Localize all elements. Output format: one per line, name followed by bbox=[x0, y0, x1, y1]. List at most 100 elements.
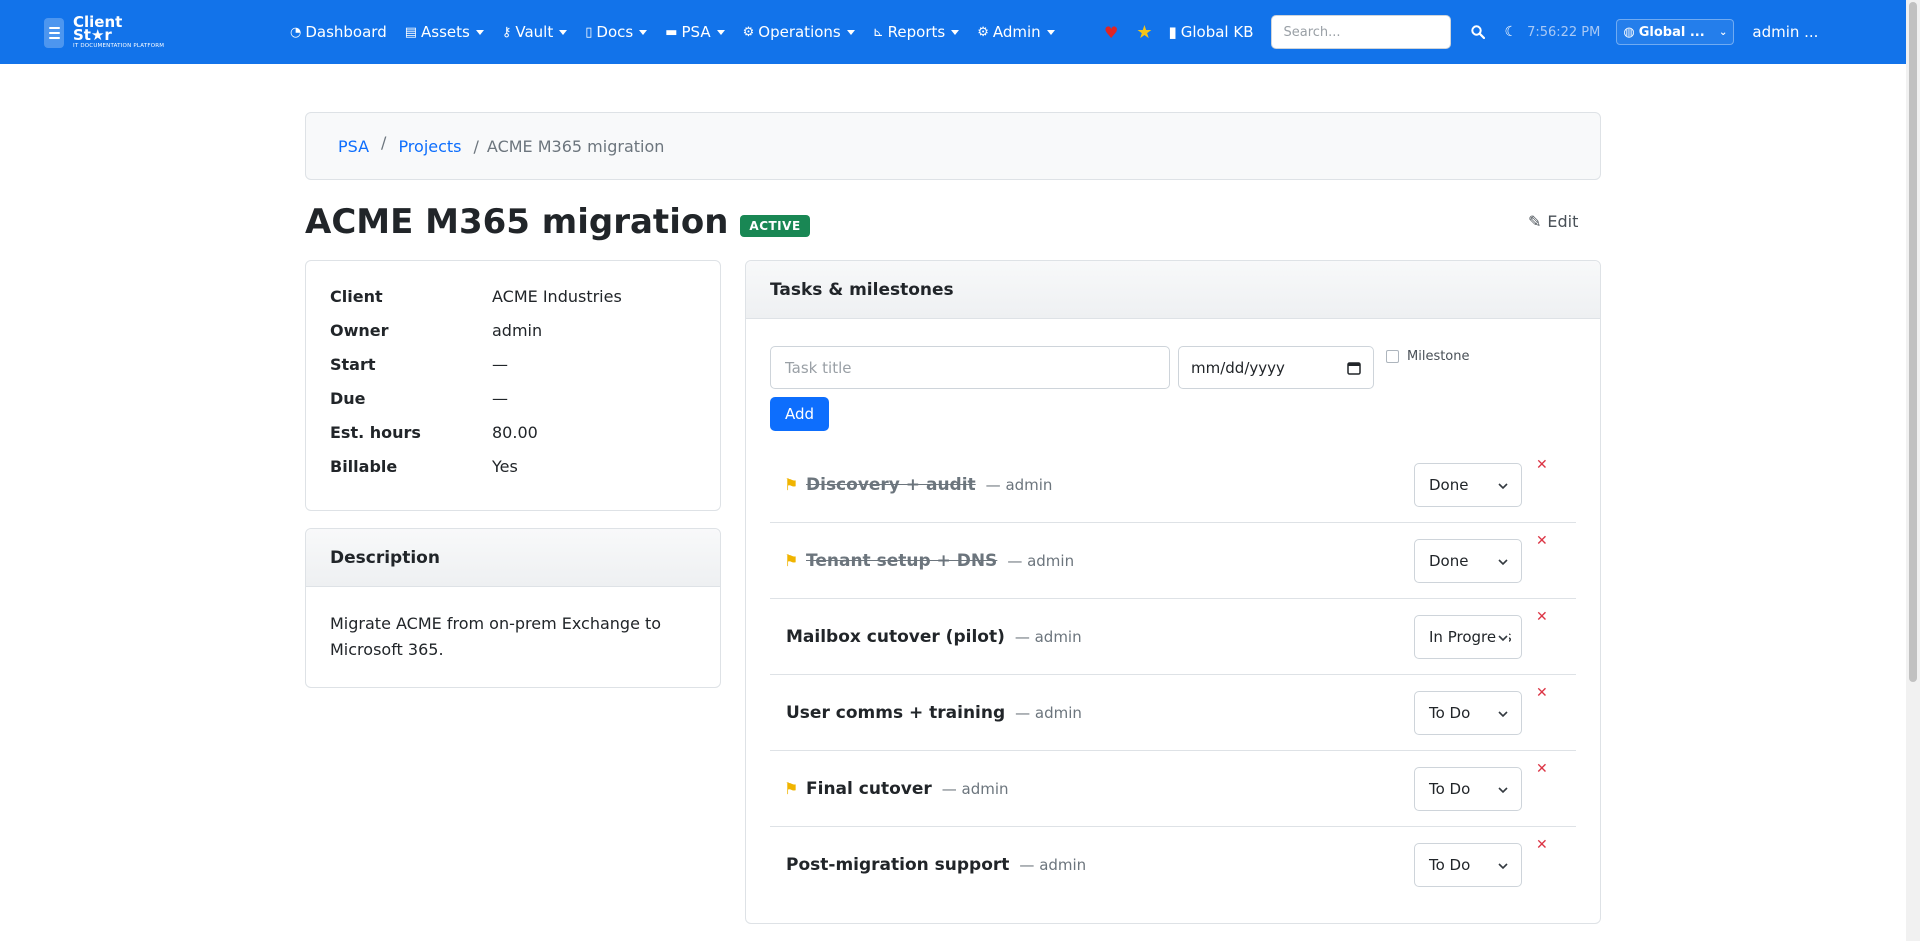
detail-row-start: Start — bbox=[330, 354, 508, 374]
edit-button[interactable]: ✎ Edit bbox=[1528, 212, 1578, 231]
task-owner: — admin bbox=[1007, 551, 1075, 570]
task-status-select[interactable]: To Do bbox=[1414, 691, 1522, 735]
chevron-down-icon bbox=[1497, 782, 1509, 800]
delete-task-icon[interactable]: ✕ bbox=[1536, 609, 1548, 625]
description-text: Migrate ACME from on-prem Exchange to Mi… bbox=[330, 614, 662, 659]
task-row: ⚑ Discovery + audit — admin Done ✕ bbox=[770, 447, 1576, 523]
nav-docs[interactable]: ▯ Docs bbox=[585, 23, 648, 41]
task-row: Post-migration support — admin To Do ✕ bbox=[770, 827, 1576, 903]
breadcrumb: PSA / Projects / ACME M365 migration bbox=[305, 112, 1601, 180]
task-title[interactable]: Tenant setup + DNS bbox=[806, 551, 997, 571]
delete-task-icon[interactable]: ✕ bbox=[1536, 533, 1548, 549]
breadcrumb-current: ACME M365 migration bbox=[486, 136, 665, 156]
top-navbar: Client St★r IT DOCUMENTATION PLATFORM ◔ … bbox=[0, 0, 1906, 64]
task-owner: — admin bbox=[1015, 703, 1082, 722]
task-title[interactable]: Final cutover bbox=[806, 779, 932, 799]
task-owner: — admin bbox=[985, 475, 1053, 494]
task-title-input[interactable] bbox=[770, 346, 1170, 389]
main-nav: ◔ Dashboard ▤ Assets ⚷ Vault ▯ Docs ▬ PS… bbox=[290, 0, 1073, 64]
task-status-select[interactable]: To Do bbox=[1414, 843, 1522, 887]
brand-tagline: IT DOCUMENTATION PLATFORM bbox=[73, 43, 165, 49]
nav-reports[interactable]: ⊾ Reports bbox=[873, 23, 960, 41]
document-icon: ▯ bbox=[585, 24, 593, 40]
brand-logo[interactable]: Client St★r IT DOCUMENTATION PLATFORM bbox=[44, 15, 165, 50]
chevron-down-icon bbox=[1497, 630, 1509, 648]
caret-down-icon bbox=[1046, 29, 1055, 35]
delete-task-icon[interactable]: ✕ bbox=[1536, 685, 1548, 701]
nav-psa[interactable]: ▬ PSA bbox=[665, 23, 725, 41]
milestone-checkbox[interactable] bbox=[1386, 350, 1399, 363]
project-details-card: Client ACME Industries Owner admin Start — … bbox=[305, 260, 721, 511]
caret-down-icon bbox=[559, 29, 568, 35]
task-status-select[interactable]: In Progress bbox=[1414, 615, 1522, 659]
nav-dashboard[interactable]: ◔ Dashboard bbox=[290, 23, 387, 41]
milestone-flag-icon: ⚑ bbox=[784, 779, 799, 798]
gears-icon: ⚙ bbox=[742, 24, 755, 40]
chevron-down-icon: ⌄ bbox=[1718, 26, 1728, 38]
scrollbar-thumb[interactable] bbox=[1909, 2, 1917, 682]
task-owner: — admin bbox=[1019, 856, 1087, 874]
clock: 7:56:22 PM bbox=[1527, 24, 1601, 40]
caret-down-icon bbox=[475, 29, 484, 35]
search-icon bbox=[1470, 25, 1485, 39]
detail-row-est-hours: Est. hours 80.00 bbox=[330, 422, 538, 442]
nav-operations[interactable]: ⚙ Operations bbox=[743, 23, 855, 41]
task-status-select[interactable]: Done bbox=[1414, 463, 1522, 507]
delete-task-icon[interactable]: ✕ bbox=[1536, 457, 1548, 473]
page-title: ACME M365 migration bbox=[305, 202, 729, 242]
caret-down-icon bbox=[716, 29, 725, 35]
favorites-heart-icon[interactable]: ♥ bbox=[1104, 23, 1118, 42]
dark-mode-toggle-icon[interactable]: ☾ bbox=[1505, 24, 1518, 40]
task-row: ⚑ Tenant setup + DNS — admin Done ✕ bbox=[770, 523, 1576, 599]
task-owner: — admin bbox=[941, 779, 1009, 798]
search-input[interactable] bbox=[1270, 15, 1451, 49]
chevron-down-icon bbox=[1497, 554, 1509, 572]
task-status-select[interactable]: To Do bbox=[1414, 767, 1522, 811]
breadcrumb-psa[interactable]: PSA bbox=[338, 137, 369, 156]
task-title[interactable]: User comms + training bbox=[786, 703, 1005, 723]
tasks-card: Tasks & milestones mm/dd/yyyy Milestone … bbox=[745, 260, 1601, 924]
breadcrumb-projects[interactable]: Projects bbox=[398, 137, 461, 156]
starred-icon[interactable]: ★ bbox=[1136, 22, 1152, 43]
chevron-down-icon bbox=[1497, 706, 1509, 724]
page-scrollbar[interactable] bbox=[1906, 0, 1920, 941]
task-status-select[interactable]: Done bbox=[1414, 539, 1522, 583]
task-row: Mailbox cutover (pilot) — admin In Progr… bbox=[770, 599, 1576, 675]
task-title[interactable]: Discovery + audit bbox=[806, 475, 976, 495]
calendar-icon bbox=[1347, 361, 1361, 375]
task-row: ⚑ Final cutover — admin To Do ✕ bbox=[770, 751, 1576, 827]
description-header: Description bbox=[306, 529, 720, 587]
assets-icon: ▤ bbox=[404, 24, 418, 40]
globe-icon: ◍ bbox=[1623, 24, 1635, 40]
detail-row-due: Due — bbox=[330, 388, 508, 408]
chevron-down-icon bbox=[1497, 858, 1509, 876]
task-list: ⚑ Discovery + audit — admin Done ✕ ⚑ Ten… bbox=[770, 447, 1576, 903]
task-title[interactable]: Post-migration support bbox=[786, 855, 1009, 875]
tasks-header: Tasks & milestones bbox=[746, 261, 1600, 319]
milestone-flag-icon: ⚑ bbox=[784, 475, 799, 494]
task-title[interactable]: Mailbox cutover (pilot) bbox=[786, 627, 1005, 647]
dashboard-icon: ◔ bbox=[290, 24, 302, 40]
breadcrumb-separator: / bbox=[473, 136, 479, 156]
nav-vault[interactable]: ⚷ Vault bbox=[502, 23, 568, 41]
delete-task-icon[interactable]: ✕ bbox=[1536, 837, 1548, 853]
pencil-icon: ✎ bbox=[1528, 212, 1542, 231]
caret-down-icon bbox=[846, 29, 855, 35]
milestone-checkbox-wrap[interactable]: Milestone bbox=[1386, 349, 1470, 364]
global-kb-link[interactable]: ▮ Global KB bbox=[1168, 23, 1253, 41]
caret-down-icon bbox=[951, 29, 960, 35]
task-due-date-input[interactable]: mm/dd/yyyy bbox=[1178, 346, 1374, 389]
book-icon: ▮ bbox=[1168, 23, 1177, 41]
nav-assets[interactable]: ▤ Assets bbox=[405, 23, 484, 41]
logo-icon bbox=[44, 17, 64, 48]
nav-admin[interactable]: ⚙ Admin bbox=[977, 23, 1055, 41]
delete-task-icon[interactable]: ✕ bbox=[1536, 761, 1548, 777]
milestone-label: Milestone bbox=[1407, 349, 1470, 364]
add-task-button[interactable]: Add bbox=[770, 397, 829, 431]
ticket-icon: ▬ bbox=[665, 24, 678, 40]
milestone-flag-icon: ⚑ bbox=[784, 551, 799, 570]
caret-down-icon bbox=[639, 29, 648, 35]
user-menu[interactable]: admin ... bbox=[1752, 23, 1818, 41]
scope-select[interactable]: ◍ Global ... ⌄ bbox=[1616, 19, 1735, 45]
search-button[interactable] bbox=[1465, 19, 1491, 45]
